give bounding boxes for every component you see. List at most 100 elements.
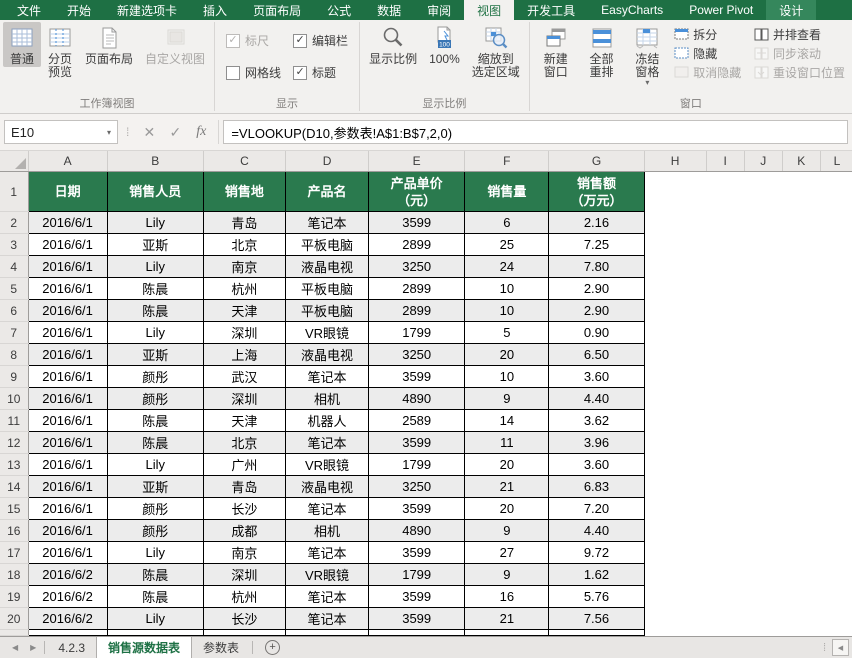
- table-cell[interactable]: 杭州: [203, 586, 285, 608]
- table-cell[interactable]: 27: [465, 542, 549, 564]
- table-cell[interactable]: 平板电脑: [285, 300, 368, 322]
- table-cell[interactable]: 南京: [203, 542, 285, 564]
- table-cell[interactable]: 颜彤: [107, 498, 203, 520]
- empty-cells[interactable]: [644, 454, 852, 476]
- table-cell[interactable]: 陈晨: [107, 586, 203, 608]
- table-cell[interactable]: 3250: [369, 476, 465, 498]
- column-header-I[interactable]: I: [706, 151, 744, 172]
- table-cell[interactable]: 笔记本: [285, 498, 368, 520]
- sheet-tab-参数表[interactable]: 参数表: [192, 637, 250, 658]
- new-window-button[interactable]: 新建窗口: [533, 22, 579, 80]
- row-header-[interactable]: [0, 630, 28, 636]
- table-cell[interactable]: 4890: [369, 388, 465, 410]
- table-cell[interactable]: 成都: [203, 520, 285, 542]
- zoom-100-button[interactable]: 100 100%: [423, 22, 466, 67]
- table-cell[interactable]: [285, 630, 368, 636]
- table-cell[interactable]: 3.60: [549, 366, 644, 388]
- table-cell[interactable]: 陈晨: [107, 432, 203, 454]
- formula-bar-checkbox[interactable]: ✓ 编辑栏: [293, 32, 348, 49]
- empty-cells[interactable]: [644, 234, 852, 256]
- table-cell[interactable]: 颜彤: [107, 388, 203, 410]
- ribbon-tab-开始[interactable]: 开始: [54, 0, 104, 20]
- table-cell[interactable]: 7.80: [549, 256, 644, 278]
- page-layout-view-button[interactable]: 页面布局: [79, 22, 139, 67]
- table-cell[interactable]: 天津: [203, 300, 285, 322]
- table-cell[interactable]: 笔记本: [285, 366, 368, 388]
- table-cell[interactable]: 3.60: [549, 454, 644, 476]
- table-cell[interactable]: 1.62: [549, 564, 644, 586]
- table-cell[interactable]: 2016/6/2: [28, 608, 107, 630]
- table-cell[interactable]: 深圳: [203, 388, 285, 410]
- empty-cells[interactable]: [644, 564, 852, 586]
- gridlines-checkbox[interactable]: 网格线: [226, 64, 281, 81]
- split-button[interactable]: 拆分: [674, 27, 741, 42]
- table-cell[interactable]: 长沙: [203, 608, 285, 630]
- table-cell[interactable]: 10: [465, 278, 549, 300]
- ribbon-tab-文件[interactable]: 文件: [4, 0, 54, 20]
- table-header-cell[interactable]: 销售人员: [107, 172, 203, 212]
- row-header-9[interactable]: 9: [0, 366, 28, 388]
- table-cell[interactable]: 2016/6/1: [28, 344, 107, 366]
- table-cell[interactable]: Lily: [107, 322, 203, 344]
- table-cell[interactable]: 2016/6/1: [28, 366, 107, 388]
- row-header-18[interactable]: 18: [0, 564, 28, 586]
- table-cell[interactable]: Lily: [107, 256, 203, 278]
- table-cell[interactable]: 3599: [369, 498, 465, 520]
- table-cell[interactable]: Lily: [107, 212, 203, 234]
- row-header-5[interactable]: 5: [0, 278, 28, 300]
- table-cell[interactable]: 青岛: [203, 212, 285, 234]
- empty-cells[interactable]: [644, 366, 852, 388]
- table-cell[interactable]: 笔记本: [285, 586, 368, 608]
- table-cell[interactable]: 颜彤: [107, 520, 203, 542]
- table-cell[interactable]: 相机: [285, 388, 368, 410]
- row-header-6[interactable]: 6: [0, 300, 28, 322]
- table-cell[interactable]: 3250: [369, 256, 465, 278]
- ribbon-tab-设计[interactable]: 设计: [766, 0, 816, 20]
- table-cell[interactable]: 北京: [203, 234, 285, 256]
- row-header-10[interactable]: 10: [0, 388, 28, 410]
- table-cell[interactable]: 24: [465, 256, 549, 278]
- row-header-17[interactable]: 17: [0, 542, 28, 564]
- column-header-G[interactable]: G: [549, 151, 644, 172]
- table-cell[interactable]: 9: [465, 520, 549, 542]
- table-cell[interactable]: 6.50: [549, 344, 644, 366]
- table-cell[interactable]: 2016/6/1: [28, 388, 107, 410]
- row-header-14[interactable]: 14: [0, 476, 28, 498]
- table-cell[interactable]: [369, 630, 465, 636]
- table-cell[interactable]: 2016/6/1: [28, 322, 107, 344]
- table-cell[interactable]: 3599: [369, 432, 465, 454]
- empty-cells[interactable]: [644, 278, 852, 300]
- table-cell[interactable]: 1799: [369, 454, 465, 476]
- table-cell[interactable]: 4890: [369, 520, 465, 542]
- column-header-H[interactable]: H: [644, 151, 706, 172]
- table-cell[interactable]: 平板电脑: [285, 278, 368, 300]
- table-cell[interactable]: 3599: [369, 586, 465, 608]
- select-all-corner[interactable]: [0, 151, 28, 172]
- column-header-J[interactable]: J: [744, 151, 782, 172]
- row-header-15[interactable]: 15: [0, 498, 28, 520]
- table-cell[interactable]: 天津: [203, 410, 285, 432]
- column-header-B[interactable]: B: [107, 151, 203, 172]
- table-header-cell[interactable]: 产品名: [285, 172, 368, 212]
- row-header-20[interactable]: 20: [0, 608, 28, 630]
- table-cell[interactable]: 3.62: [549, 410, 644, 432]
- column-header-D[interactable]: D: [285, 151, 368, 172]
- column-header-C[interactable]: C: [203, 151, 285, 172]
- row-header-19[interactable]: 19: [0, 586, 28, 608]
- table-cell[interactable]: 2899: [369, 278, 465, 300]
- table-cell[interactable]: 25: [465, 234, 549, 256]
- table-cell[interactable]: 1799: [369, 322, 465, 344]
- table-cell[interactable]: 2899: [369, 234, 465, 256]
- table-cell[interactable]: 3599: [369, 608, 465, 630]
- table-cell[interactable]: 2016/6/1: [28, 278, 107, 300]
- row-header-7[interactable]: 7: [0, 322, 28, 344]
- table-cell[interactable]: 液晶电视: [285, 256, 368, 278]
- row-header-12[interactable]: 12: [0, 432, 28, 454]
- table-cell[interactable]: 液晶电视: [285, 476, 368, 498]
- empty-cells[interactable]: [644, 172, 852, 212]
- table-cell[interactable]: 2016/6/1: [28, 234, 107, 256]
- empty-cells[interactable]: [644, 344, 852, 366]
- table-cell[interactable]: 液晶电视: [285, 344, 368, 366]
- table-cell[interactable]: 5: [465, 322, 549, 344]
- table-cell[interactable]: 7.20: [549, 498, 644, 520]
